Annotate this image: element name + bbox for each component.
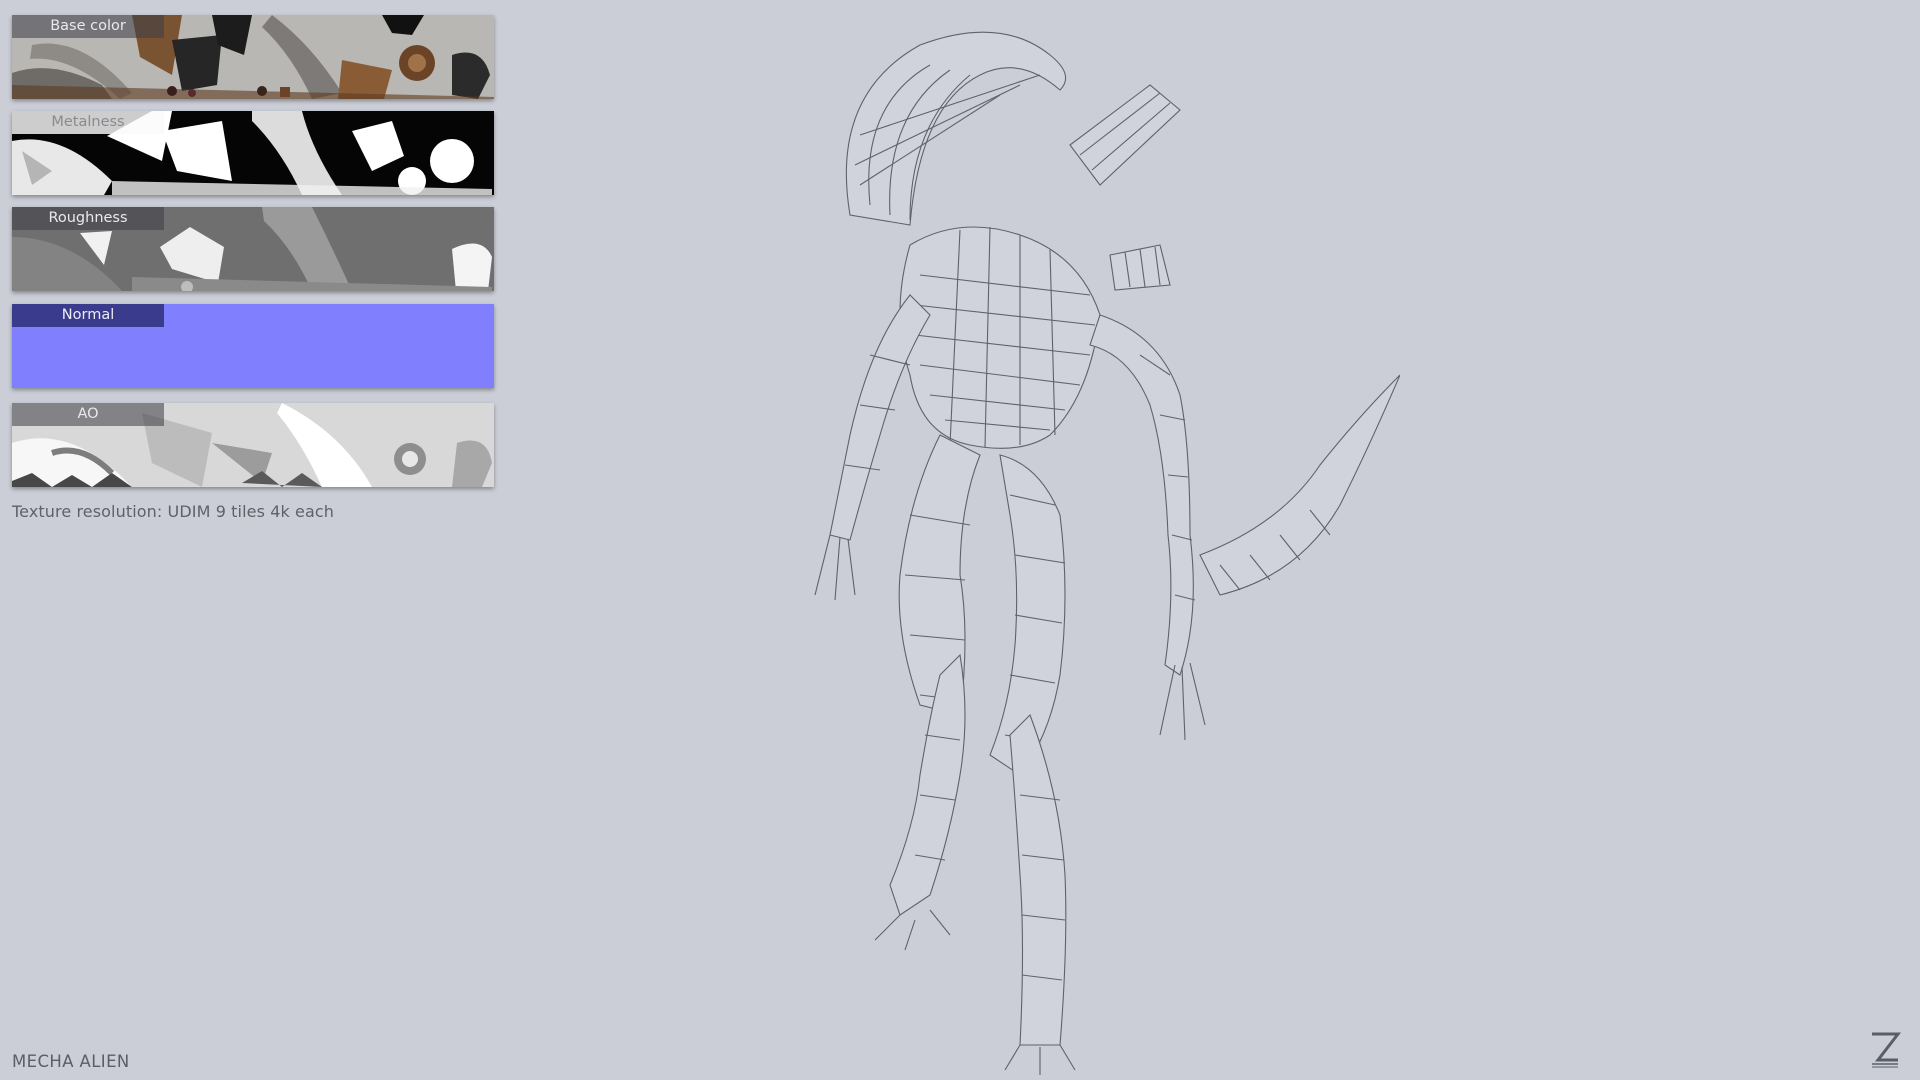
texture-metalness: Metalness	[12, 111, 494, 195]
texture-label: Normal	[12, 304, 164, 327]
texture-resolution-note: Texture resolution: UDIM 9 tiles 4k each	[12, 502, 335, 521]
wireframe-alien-model	[814, 31, 1401, 1075]
wireframe-model-viewport	[720, 15, 1401, 1075]
texture-label: AO	[12, 403, 164, 426]
texture-label: Metalness	[12, 111, 164, 134]
texture-label: Base color	[12, 15, 164, 38]
z-logo-icon	[1868, 1030, 1902, 1070]
texture-normal: Normal	[12, 304, 494, 388]
texture-ao: AO	[12, 403, 494, 487]
project-title: MECHA ALIEN	[12, 1052, 130, 1071]
texture-roughness: Roughness	[12, 207, 494, 291]
texture-base-color: Base color	[12, 15, 494, 99]
texture-label: Roughness	[12, 207, 164, 230]
presentation-sheet: Base color Metalness Roughness Normal AO…	[0, 0, 1920, 1080]
